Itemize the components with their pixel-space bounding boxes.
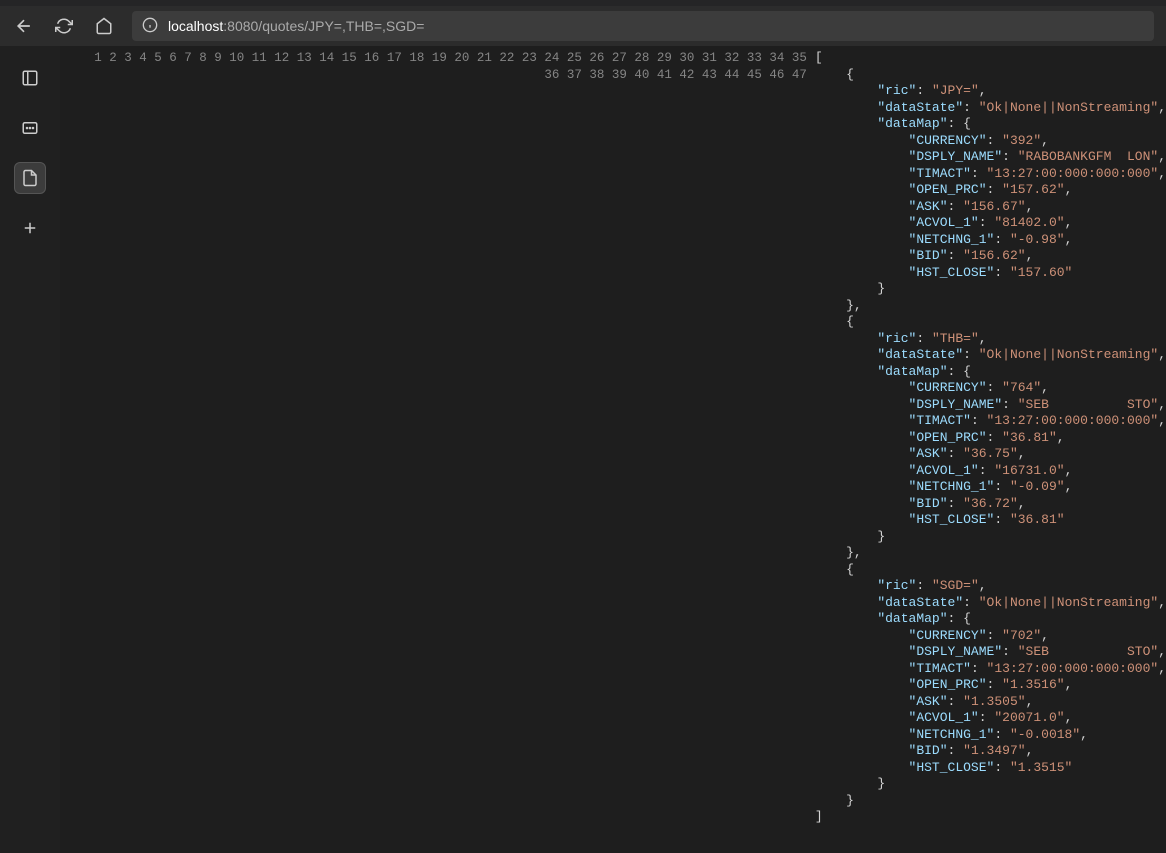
url-host: localhost bbox=[168, 18, 223, 34]
line-numbers: 1 2 3 4 5 6 7 8 9 10 11 12 13 14 15 16 1… bbox=[60, 46, 815, 853]
home-button[interactable] bbox=[92, 14, 116, 38]
browser-nav-bar: localhost:8080/quotes/JPY=,THB=,SGD= bbox=[0, 6, 1166, 46]
back-button[interactable] bbox=[12, 14, 36, 38]
devtools-sidebar bbox=[0, 46, 60, 853]
sidebar-file-icon[interactable] bbox=[14, 162, 46, 194]
site-info-icon[interactable] bbox=[142, 17, 158, 36]
url-text: localhost:8080/quotes/JPY=,THB=,SGD= bbox=[168, 18, 424, 34]
json-content: [ { "ric": "JPY=", "dataState": "Ok|None… bbox=[815, 46, 1166, 853]
sidebar-dots-icon[interactable] bbox=[14, 112, 46, 144]
json-viewer: 1 2 3 4 5 6 7 8 9 10 11 12 13 14 15 16 1… bbox=[60, 46, 1166, 853]
sidebar-add-button[interactable] bbox=[14, 212, 46, 244]
main-area: 1 2 3 4 5 6 7 8 9 10 11 12 13 14 15 16 1… bbox=[0, 46, 1166, 853]
url-path: :8080/quotes/JPY=,THB=,SGD= bbox=[223, 18, 424, 34]
sidebar-panel-icon[interactable] bbox=[14, 62, 46, 94]
refresh-button[interactable] bbox=[52, 14, 76, 38]
address-bar[interactable]: localhost:8080/quotes/JPY=,THB=,SGD= bbox=[132, 11, 1154, 41]
